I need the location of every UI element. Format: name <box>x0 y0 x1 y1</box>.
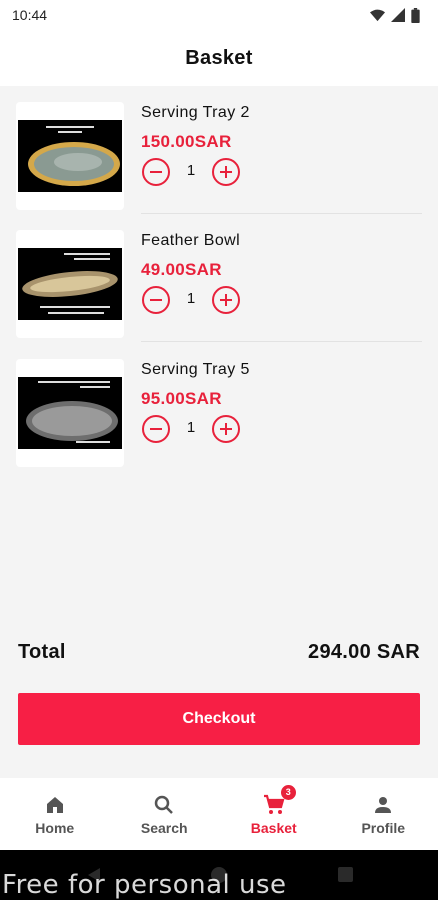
status-bar: 10:44 <box>0 0 438 30</box>
increase-quantity-button[interactable] <box>212 158 240 186</box>
basket-item: Feather Bowl 49.00SAR 1 <box>0 214 438 342</box>
item-quantity: 1 <box>186 419 196 436</box>
item-price: 49.00SAR <box>141 260 222 279</box>
home-icon <box>46 796 63 813</box>
cart-count-badge: 3 <box>280 784 296 800</box>
item-divider <box>141 341 422 342</box>
total-label: Total <box>18 641 66 663</box>
nav-item-profile[interactable]: Profile <box>329 778 438 850</box>
item-price: 95.00SAR <box>141 389 222 408</box>
increase-quantity-button[interactable] <box>212 286 240 314</box>
cart-icon-wrapper: 3 <box>262 784 296 817</box>
nav-item-search[interactable]: Search <box>110 778 220 850</box>
basket-item: Serving Tray 2 150.00SAR 1 <box>0 86 438 214</box>
checkout-button[interactable]: Checkout <box>18 693 420 745</box>
search-icon <box>155 795 174 814</box>
nav-label-search: Search <box>140 819 188 836</box>
basket-item: Serving Tray 5 95.00SAR 1 <box>0 343 438 471</box>
item-quantity: 1 <box>186 162 196 179</box>
nav-label-profile: Profile <box>361 819 406 836</box>
item-thumbnail[interactable] <box>16 359 124 467</box>
feather-bowl-photo <box>18 248 122 320</box>
recent-apps-icon[interactable] <box>338 867 353 882</box>
total-value: 294.00 SAR <box>308 641 420 663</box>
item-price: 150.00SAR <box>141 132 232 151</box>
item-name: Serving Tray 2 <box>141 104 250 121</box>
item-thumbnail[interactable] <box>16 230 124 338</box>
item-name: Feather Bowl <box>141 232 241 249</box>
watermark-text: Free for personal use <box>2 870 287 900</box>
total-row: Total 294.00 SAR <box>18 641 420 664</box>
nav-label-home: Home <box>35 819 75 836</box>
bottom-nav: Home Search 3 Basket Profile <box>0 778 438 850</box>
nav-item-basket[interactable]: 3 Basket <box>219 778 329 850</box>
decrease-quantity-button[interactable] <box>142 286 170 314</box>
serving-tray-crystal-photo <box>18 377 122 449</box>
page-title: Basket <box>185 46 253 69</box>
status-icons <box>370 7 420 23</box>
decrease-quantity-button[interactable] <box>142 158 170 186</box>
person-icon <box>375 796 392 813</box>
nav-item-home[interactable]: Home <box>0 778 110 850</box>
serving-tray-gold-photo <box>18 120 122 192</box>
wifi-icon <box>370 9 385 21</box>
nav-label-basket: Basket <box>250 819 297 836</box>
item-quantity: 1 <box>186 290 196 307</box>
status-time: 10:44 <box>12 7 48 23</box>
battery-icon <box>411 7 420 23</box>
item-name: Serving Tray 5 <box>141 361 250 378</box>
decrease-quantity-button[interactable] <box>142 415 170 443</box>
app-header: Basket <box>0 30 438 86</box>
item-thumbnail[interactable] <box>16 102 124 210</box>
signal-icon <box>391 8 405 22</box>
increase-quantity-button[interactable] <box>212 415 240 443</box>
